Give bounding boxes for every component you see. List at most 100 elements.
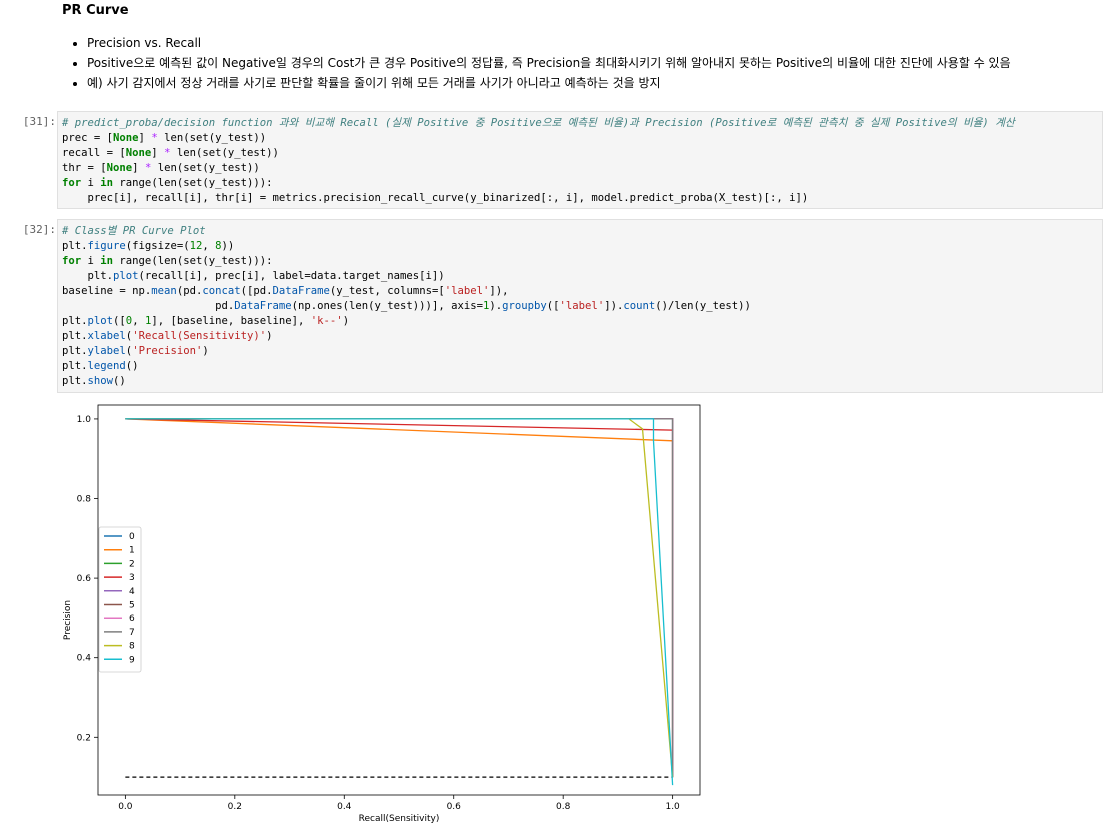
- code-token: i: [81, 255, 101, 267]
- code-token: None: [106, 162, 133, 174]
- legend-label: 6: [129, 614, 135, 624]
- code-token: (recall[i], prec[i], label=data.target_n…: [138, 270, 445, 282]
- code-token: pd.: [62, 300, 235, 312]
- code-token: 'k--': [310, 315, 343, 327]
- code-token: ([: [113, 315, 126, 327]
- code-line: prec = [None] * len(set(y_test)): [62, 131, 1098, 146]
- code-token: ).: [489, 300, 503, 312]
- markdown-heading: PR Curve: [62, 3, 129, 18]
- code-token: (np.ones(len(y_test)))], axis=: [291, 300, 483, 312]
- code-token: 'label': [559, 300, 605, 312]
- code-editor[interactable]: # predict_proba/decision function 과와 비교해…: [57, 111, 1103, 209]
- code-token: figure: [87, 240, 126, 252]
- y-tick-label: 0.2: [77, 733, 91, 743]
- code-token: ylabel: [87, 345, 126, 357]
- code-token: for: [62, 255, 82, 267]
- code-token: 'Precision': [132, 345, 203, 357]
- code-token: ): [266, 330, 273, 342]
- code-token: plot: [87, 315, 114, 327]
- code-token: (figsize=(: [125, 240, 190, 252]
- legend-label: 0: [129, 532, 135, 542]
- code-token: len(set(y_test)): [170, 147, 279, 159]
- code-token: plt.: [62, 360, 88, 372]
- code-token: plot: [113, 270, 139, 282]
- code-line: # Class별 PR Curve Plot: [62, 224, 1098, 239]
- x-tick-label: 0.4: [337, 802, 352, 812]
- code-token: ([: [546, 300, 560, 312]
- code-token: thr = [: [62, 162, 107, 174]
- code-line: # predict_proba/decision function 과와 비교해…: [62, 116, 1098, 131]
- code-token: mean: [151, 285, 177, 297]
- code-token: concat: [202, 285, 241, 297]
- code-token: ]: [138, 132, 152, 144]
- cell-prompt: [32]:: [22, 223, 56, 236]
- plot-frame: [97, 404, 701, 796]
- code-line: recall = [None] * len(set(y_test)): [62, 146, 1098, 161]
- code-token: 'label': [444, 285, 490, 297]
- code-line: prec[i], recall[i], thr[i] = metrics.pre…: [62, 191, 1098, 206]
- code-token: ): [342, 315, 350, 327]
- code-token: ], [baseline, baseline],: [151, 315, 311, 327]
- code-token: plt.: [62, 375, 88, 387]
- y-tick-label: 0.6: [77, 574, 92, 584]
- code-token: recall = [: [62, 147, 126, 159]
- x-tick-label: 0.0: [118, 802, 133, 812]
- code-line: baseline = np.mean(pd.concat([pd.DataFra…: [62, 284, 1098, 299]
- code-token: # predict_proba/decision function 과와 비교해…: [62, 117, 1015, 129]
- x-axis-label: Recall(Sensitivity): [359, 814, 440, 824]
- code-line: for i in range(len(set(y_test))):: [62, 254, 1098, 269]
- y-tick-label: 0.4: [77, 654, 92, 664]
- code-token: ]: [132, 162, 145, 174]
- code-token: ]).: [604, 300, 624, 312]
- code-line: plt.legend(): [62, 359, 1098, 374]
- code-token: plt.: [62, 345, 88, 357]
- bullet-item: Precision vs. Recall: [87, 33, 1011, 53]
- code-token: ): [202, 345, 209, 357]
- code-line: plt.ylabel('Precision'): [62, 344, 1098, 359]
- x-tick-label: 0.2: [228, 802, 242, 812]
- code-token: ]: [151, 147, 165, 159]
- y-tick-label: 0.8: [77, 495, 92, 505]
- code-token: plt.: [62, 240, 88, 252]
- y-tick-label: 1.0: [77, 415, 92, 425]
- code-token: ]),: [489, 285, 509, 297]
- code-line: plt.figure(figsize=(12, 8)): [62, 239, 1098, 254]
- pr-curve-chart: 0.0 0.2 0.4 0.6 0.8 1.0 0.2 0.4 0.6 0.8 1.0 Recall(…: [63, 404, 701, 824]
- code-token: None: [113, 132, 139, 144]
- legend-label: 3: [129, 573, 135, 583]
- code-token: (): [113, 375, 126, 387]
- code-line: plt.show(): [62, 374, 1098, 389]
- y-axis-label: Precision: [63, 600, 73, 640]
- code-token: 12: [189, 240, 203, 252]
- bullet-item: Positive으로 예측된 값이 Negative일 경우의 Cost가 큰 …: [87, 53, 1011, 73]
- code-token: plt.: [62, 315, 88, 327]
- code-token: # Class별 PR Curve Plot: [62, 225, 206, 237]
- code-token: prec = [: [62, 132, 114, 144]
- code-token: (): [125, 360, 139, 372]
- code-token: in: [100, 255, 114, 267]
- code-token: None: [125, 147, 152, 159]
- code-line: for i in range(len(set(y_test))):: [62, 176, 1098, 191]
- code-editor[interactable]: # Class별 PR Curve Plot plt.figure(figsize…: [57, 219, 1103, 393]
- output-plot: 0.0 0.2 0.4 0.6 0.8 1.0 0.2 0.4 0.6 0.8 1.0 Recall(…: [57, 397, 717, 825]
- code-token: legend: [87, 360, 126, 372]
- legend-label: 4: [129, 587, 135, 597]
- code-line: pd.DataFrame(np.ones(len(y_test)))], axi…: [62, 299, 1098, 314]
- code-token: range(len(set(y_test))):: [113, 255, 273, 267]
- x-tick-label: 1.0: [665, 802, 680, 812]
- markdown-bullet-list: Precision vs. Recall Positive으로 예측된 값이 N…: [62, 33, 1011, 93]
- legend-label: 9: [129, 655, 135, 665]
- legend-label: 8: [129, 642, 135, 652]
- code-token: prec[i], recall[i], thr[i] = metrics.pre…: [62, 192, 809, 204]
- code-line: thr = [None] * len(set(y_test)): [62, 161, 1098, 176]
- code-token: xlabel: [87, 330, 126, 342]
- code-line: plt.xlabel('Recall(Sensitivity)'): [62, 329, 1098, 344]
- code-token: len(set(y_test)): [157, 132, 267, 144]
- code-token: len(set(y_test)): [151, 162, 260, 174]
- code-token: count: [623, 300, 656, 312]
- code-token: plt.: [62, 330, 88, 342]
- legend-label: 1: [129, 546, 135, 556]
- code-token: for: [62, 177, 82, 189]
- code-token: ,: [132, 315, 145, 327]
- legend-label: 2: [129, 559, 135, 569]
